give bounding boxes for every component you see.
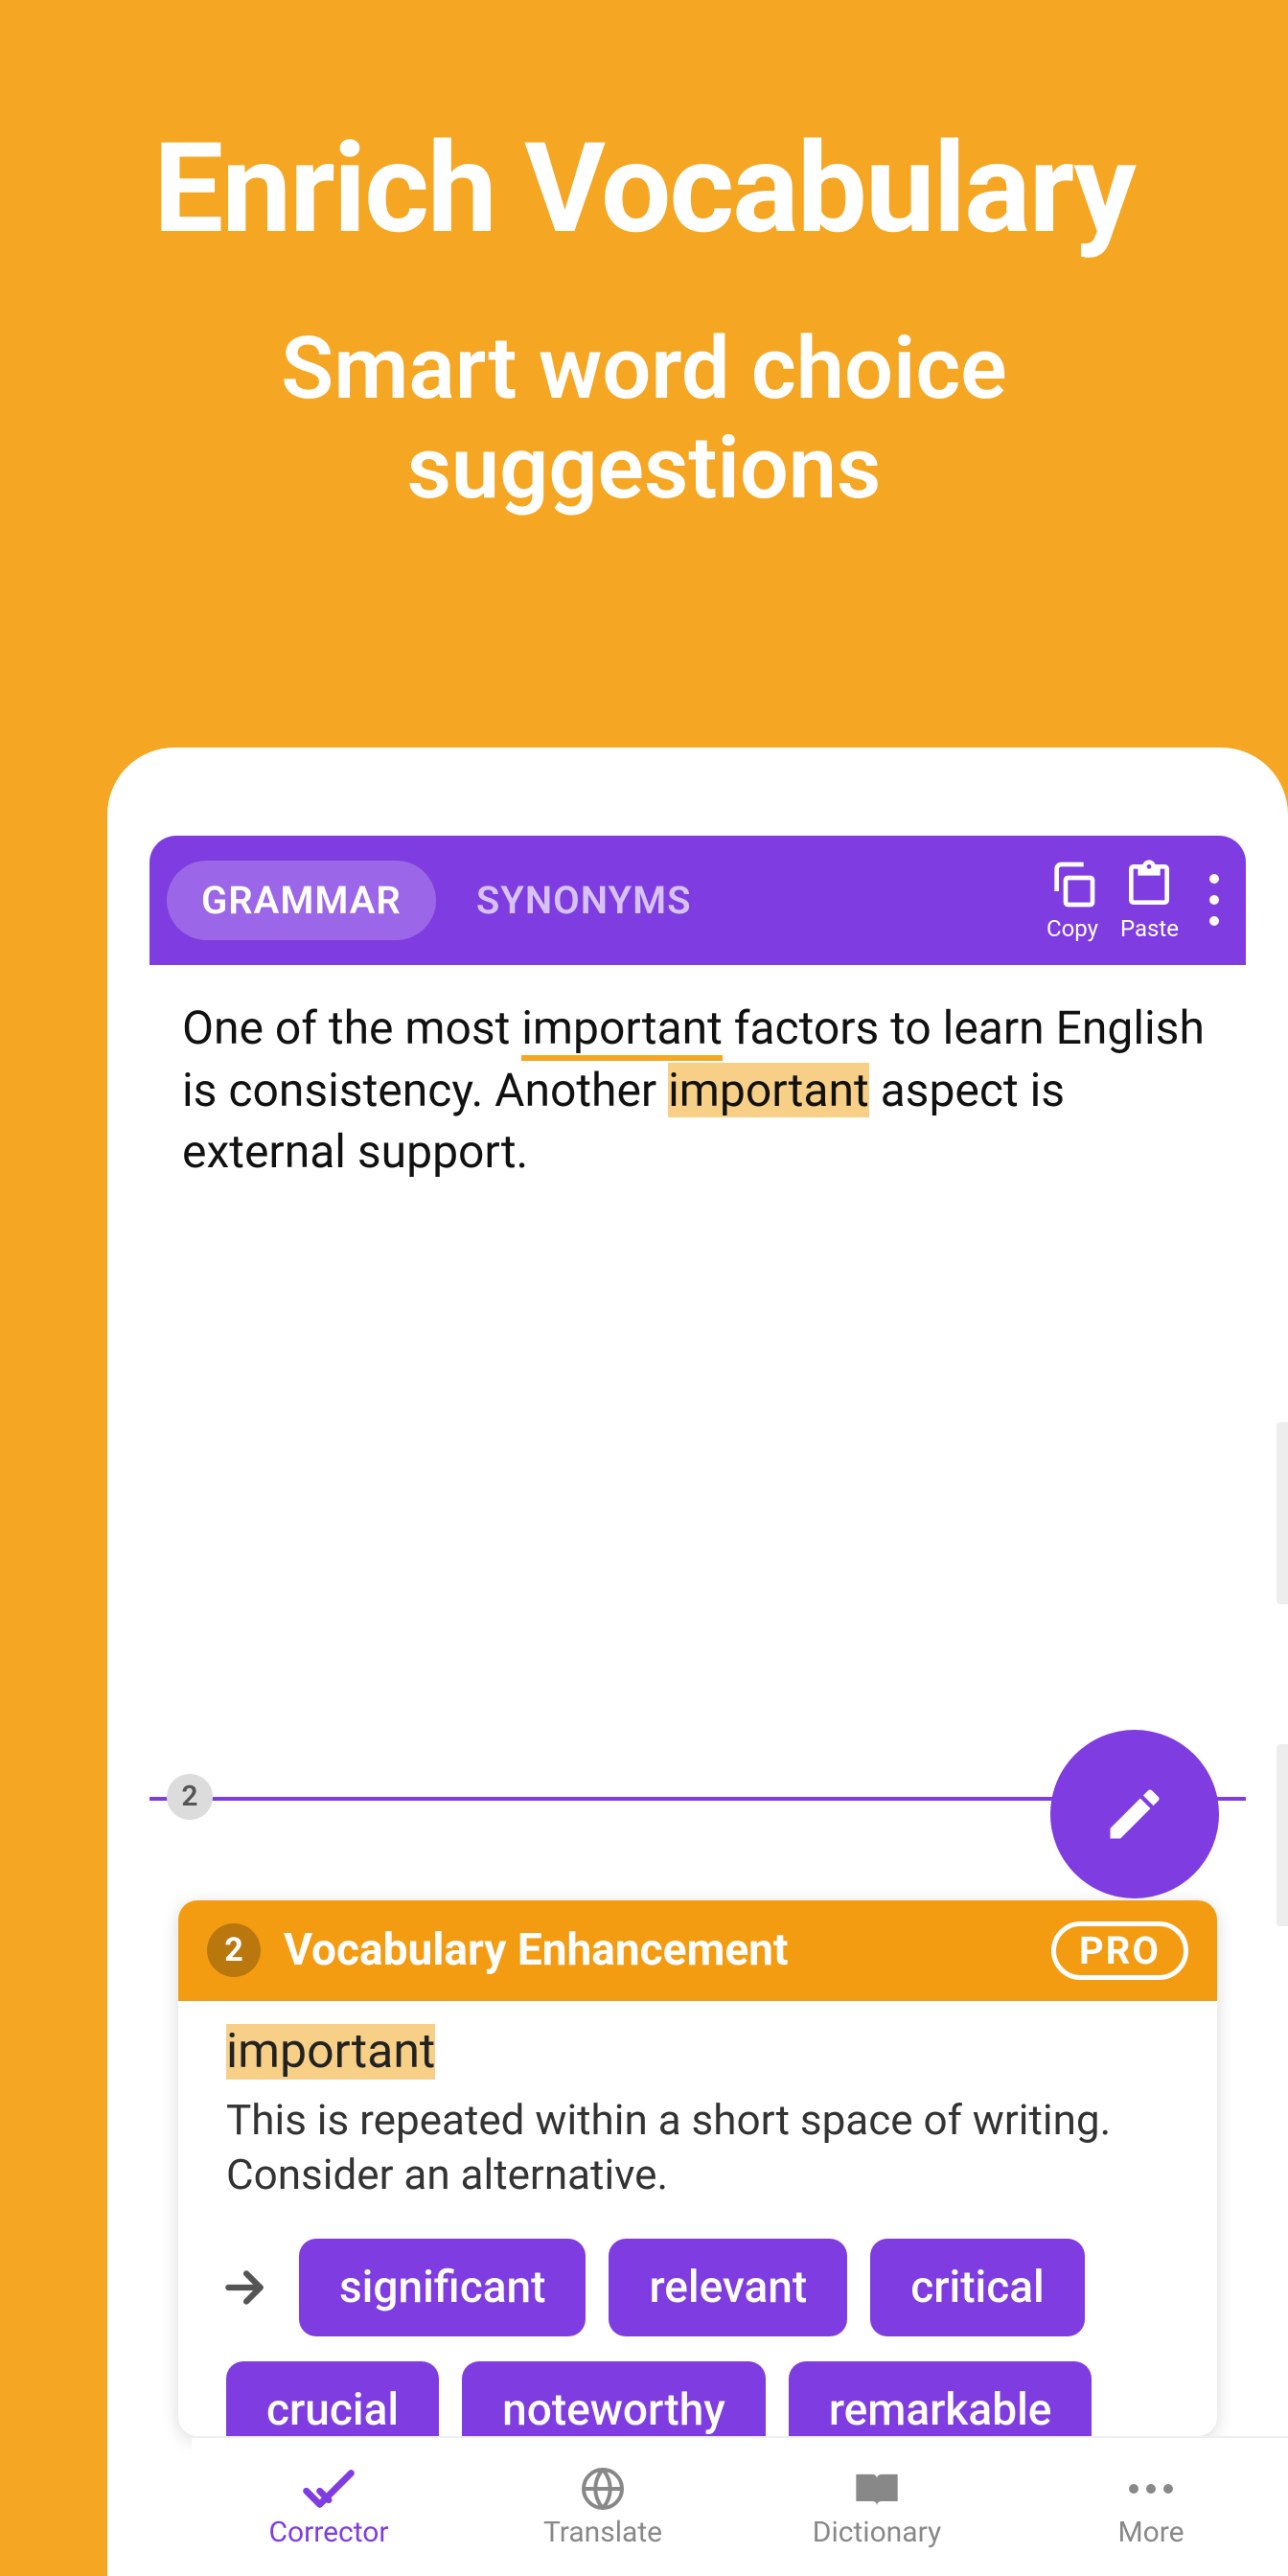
card-word: important [226,2024,435,2080]
text-editor[interactable]: One of the most important factors to lea… [150,965,1246,1847]
paste-button[interactable]: Paste [1120,858,1179,942]
chip-remarkable[interactable]: remarkable [789,2361,1092,2436]
more-menu-button[interactable] [1200,864,1229,935]
nav-dictionary[interactable]: Dictionary [740,2438,1014,2576]
chip-noteworthy[interactable]: noteworthy [462,2361,766,2436]
suggestion-card: 2 Vocabulary Enhancement PRO important T… [178,1900,1217,2436]
hero: Enrich Vocabulary Smart word choice sugg… [0,0,1288,518]
nav-more[interactable]: More [1014,2438,1288,2576]
bottom-nav: Corrector Translate Dictionary More [192,2436,1288,2576]
hero-subtitle: Smart word choice suggestions [0,319,1288,518]
copy-icon [1046,858,1099,911]
chip-row-2: crucial noteworthy remarkable [226,2361,1188,2436]
globe-icon [580,2466,626,2512]
card-description: This is repeated within a short space of… [226,2093,1188,2202]
chip-row-1: significant relevant critical [226,2239,1188,2336]
chip-critical[interactable]: critical [870,2239,1085,2336]
copy-button[interactable]: Copy [1046,858,1099,942]
book-icon [852,2466,902,2512]
hero-title: Enrich Vocabulary [0,115,1288,262]
tab-synonyms[interactable]: SYNONYMS [442,861,726,940]
edit-fab[interactable] [1050,1730,1219,1898]
highlighted-word[interactable]: important [668,1063,869,1117]
underlined-word[interactable]: important [521,1000,723,1061]
check-icon [302,2466,356,2512]
paste-label: Paste [1120,915,1179,942]
arrow-right-icon [220,2264,268,2312]
chip-crucial[interactable]: crucial [226,2361,439,2436]
phone-frame: GRAMMAR SYNONYMS Copy Paste [107,748,1288,2576]
pro-badge: PRO [1051,1921,1188,1980]
card-number-badge: 2 [207,1923,261,1977]
suggestion-count-badge: 2 [167,1774,213,1820]
card-header: 2 Vocabulary Enhancement PRO [178,1900,1217,2001]
paste-icon [1122,858,1176,911]
more-horiz-icon [1129,2466,1173,2512]
chip-relevant[interactable]: relevant [609,2239,847,2336]
chip-significant[interactable]: significant [299,2239,586,2336]
tab-group: GRAMMAR SYNONYMS [167,861,725,940]
nav-corrector[interactable]: Corrector [192,2438,466,2576]
tab-grammar[interactable]: GRAMMAR [167,861,436,940]
card-title: Vocabulary Enhancement [284,1924,789,1976]
topbar: GRAMMAR SYNONYMS Copy Paste [150,836,1246,965]
pencil-icon [1102,1782,1167,1847]
app-area: GRAMMAR SYNONYMS Copy Paste [150,836,1246,2436]
nav-translate[interactable]: Translate [466,2438,740,2576]
copy-label: Copy [1046,915,1098,942]
